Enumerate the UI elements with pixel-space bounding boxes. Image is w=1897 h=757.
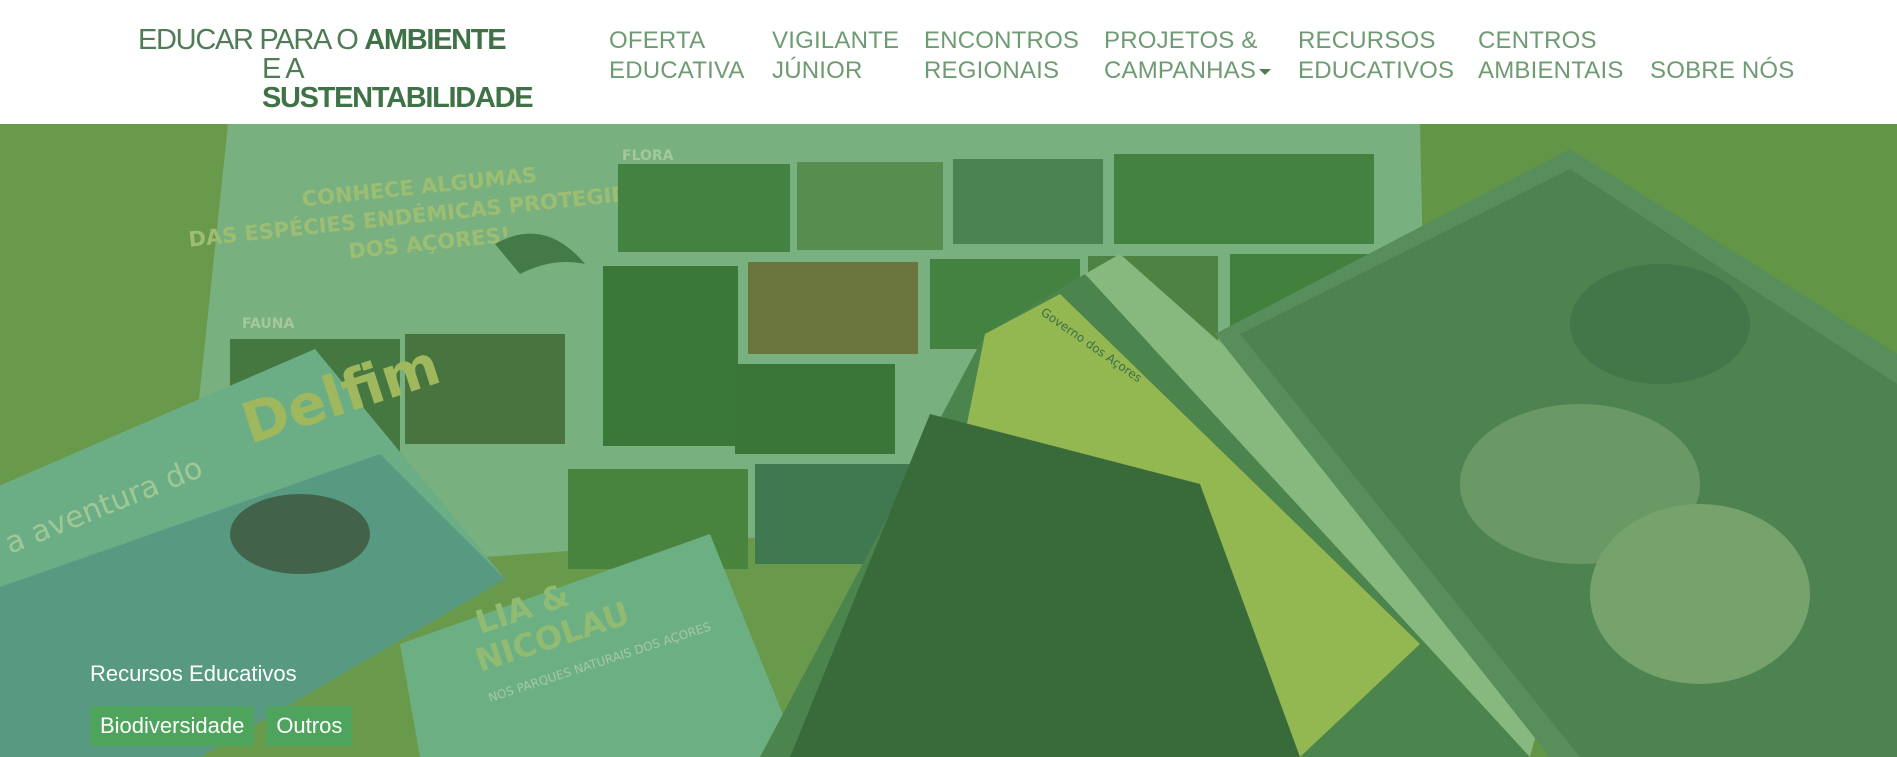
tag-outros[interactable]: Outros bbox=[266, 706, 353, 746]
nav-label-line2: EDUCATIVOS bbox=[1298, 57, 1455, 84]
nav-label-line2: JÚNIOR bbox=[772, 57, 863, 84]
nav-oferta-educativa[interactable]: OFERTA EDUCATIVA bbox=[609, 26, 745, 86]
nav-label-line1: CENTROS bbox=[1478, 27, 1597, 54]
nav-encontros-regionais[interactable]: ENCONTROS REGIONAIS bbox=[924, 26, 1079, 86]
nav-label-line2: CAMPANHAS bbox=[1104, 57, 1257, 84]
nav-label-line1: PROJETOS & bbox=[1104, 27, 1258, 54]
site-header: EDUCAR PARA O AMBIENTE E A SUSTENTABILID… bbox=[0, 0, 1897, 124]
dropdown-caret-icon bbox=[1259, 68, 1272, 75]
nav-centros-ambientais[interactable]: CENTROS AMBIENTAIS bbox=[1478, 26, 1624, 86]
hero-caption: Recursos Educativos bbox=[90, 661, 297, 686]
main-nav: OFERTA EDUCATIVA VIGILANTE JÚNIOR ENCONT… bbox=[0, 26, 1897, 96]
nav-label-line1: RECURSOS bbox=[1298, 27, 1436, 54]
nav-label-line2: SOBRE NÓS bbox=[1650, 57, 1795, 84]
nav-vigilante-junior[interactable]: VIGILANTE JÚNIOR bbox=[772, 26, 899, 86]
nav-label-line1: VIGILANTE bbox=[772, 27, 900, 54]
nav-label-line1 bbox=[1650, 26, 1795, 56]
nav-label-line2: EDUCATIVA bbox=[609, 57, 745, 84]
nav-projetos-campanhas[interactable]: PROJETOS & CAMPANHAS bbox=[1104, 26, 1272, 86]
hero-banner: CONHECE ALGUMAS DAS ESPÉCIES ENDÉMICAS P… bbox=[0, 124, 1897, 757]
nav-recursos-educativos[interactable]: RECURSOS EDUCATIVOS bbox=[1298, 26, 1454, 86]
nav-sobre-nos[interactable]: SOBRE NÓS bbox=[1650, 26, 1795, 86]
nav-label-line2: REGIONAIS bbox=[924, 57, 1060, 84]
hero-tag-list: Biodiversidade Outros bbox=[90, 706, 364, 746]
tag-biodiversidade[interactable]: Biodiversidade bbox=[90, 706, 255, 746]
nav-label-line1: ENCONTROS bbox=[924, 27, 1080, 54]
nav-label-line1: OFERTA bbox=[609, 27, 706, 54]
nav-label-line2: AMBIENTAIS bbox=[1478, 57, 1624, 84]
